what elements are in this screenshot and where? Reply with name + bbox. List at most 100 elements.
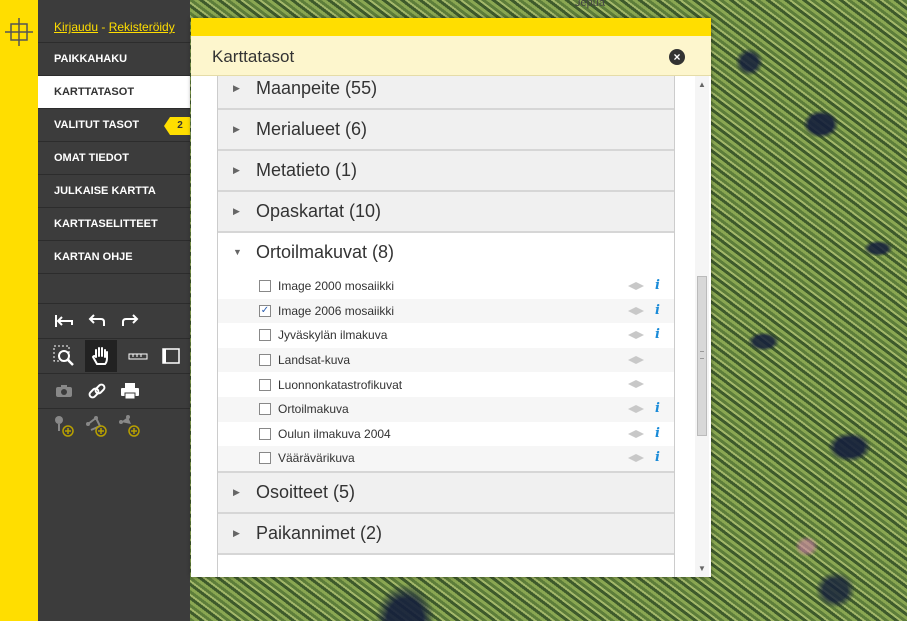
layer-info-icon[interactable]: i (655, 303, 660, 318)
add-line-icon[interactable] (85, 414, 109, 438)
nav-item-label: JULKAISE KARTTA (54, 185, 156, 197)
auth-separator: - (98, 20, 109, 34)
layer-name: Ortoilmakuva (278, 402, 349, 417)
layer-row: Jyväskylän ilmakuva i (218, 323, 674, 348)
reset-view-icon[interactable] (52, 309, 76, 333)
scroll-thumb[interactable] (697, 276, 707, 436)
layer-group-label: Paikannimet (2) (256, 522, 383, 543)
map-place-label: Jepua (575, 0, 605, 9)
login-link[interactable]: Kirjaudu (54, 20, 98, 34)
nav-item-label: VALITUT TASOT (54, 119, 140, 131)
opacity-scale-icon[interactable] (628, 306, 644, 315)
layer-group-header[interactable]: ▼ Ortoilmakuvat (8) (218, 233, 674, 274)
layer-row: Väärävärikuva i (218, 446, 674, 471)
chevron-right-icon: ▶ (233, 206, 240, 216)
opacity-scale-icon[interactable] (628, 429, 644, 438)
layer-info-icon[interactable]: i (655, 327, 660, 342)
layer-checkbox[interactable] (259, 280, 271, 293)
nav-item-label: KARTAN OHJE (54, 251, 133, 263)
layer-list-scrollbar[interactable]: ▲ ▼ (695, 76, 709, 577)
auth-links: Kirjaudu - Rekisteröidy (38, 0, 190, 42)
layer-row: ✓ Image 2006 mosaiikki i (218, 298, 674, 324)
layer-checkbox[interactable] (259, 378, 271, 391)
opacity-scale-icon[interactable] (628, 380, 644, 389)
nav-item-karttatasot[interactable]: KARTTATASOT (38, 75, 190, 108)
pan-hand-icon[interactable] (85, 340, 117, 372)
layer-info-icon[interactable]: i (655, 401, 660, 416)
print-icon[interactable] (118, 379, 142, 403)
layer-checkbox[interactable] (259, 354, 271, 367)
nav-item-valitut-tasot[interactable]: VALITUT TASOT 2 (38, 108, 190, 141)
nav-item-label: PAIKKAHAKU (54, 53, 128, 65)
opacity-scale-icon[interactable] (628, 282, 644, 290)
layer-group-label: Ortoilmakuvat (8) (256, 242, 395, 262)
layer-group-header[interactable]: ▶ Opaskartat (10) (218, 192, 674, 233)
layer-name: Landsat-kuva (278, 353, 351, 368)
nav-item-kartan-ohje[interactable]: KARTAN OHJE (38, 240, 190, 273)
layer-row: Ortoilmakuva i (218, 396, 674, 422)
chevron-right-icon: ▶ (233, 486, 240, 497)
close-button[interactable]: × (669, 49, 685, 65)
chevron-right-icon: ▶ (233, 124, 240, 134)
opacity-scale-icon[interactable] (628, 331, 644, 340)
flyout-title: Karttatasot (212, 47, 295, 66)
tool-row-history (38, 303, 190, 338)
layer-checkbox[interactable] (259, 403, 271, 416)
layer-name: Luonnonkatastrofikuvat (278, 377, 403, 392)
opacity-scale-icon[interactable] (628, 404, 644, 413)
layer-checkbox[interactable] (259, 329, 271, 342)
chevron-right-icon: ▶ (233, 527, 240, 538)
nav-item-omat-tiedot[interactable]: OMAT TIEDOT (38, 141, 190, 174)
layer-group-label: Osoitteet (5) (256, 481, 356, 502)
nav-item-label: OMAT TIEDOT (54, 152, 129, 164)
layer-info-icon[interactable]: i (655, 450, 660, 465)
chevron-down-icon: ▼ (233, 247, 242, 257)
main-nav: PAIKKAHAKU KARTTATASOT VALITUT TASOT 2 OMAT … (38, 42, 190, 273)
layer-checkbox[interactable]: ✓ (259, 304, 271, 317)
opacity-scale-icon[interactable] (628, 454, 644, 463)
layer-group-header[interactable]: ▶ Paikannimet (2) (218, 513, 674, 555)
scroll-up-icon[interactable]: ▲ (698, 80, 706, 89)
layer-group-header[interactable]: ▶ Maanpeite (55) (218, 76, 674, 110)
add-point-icon[interactable] (52, 414, 76, 438)
map-layers-flyout: Karttatasot × ▶ Maanpeite (55) ▶ Merialueet… (191, 18, 711, 577)
layer-group-header[interactable]: ▶ Osoitteet (5) (218, 472, 674, 514)
scroll-down-icon[interactable]: ▼ (698, 564, 706, 573)
link-icon[interactable] (85, 379, 109, 403)
tool-row-share (38, 373, 190, 408)
redo-icon[interactable] (118, 309, 142, 333)
layer-group-header[interactable]: ▶ Metatieto (1) (218, 151, 674, 192)
layer-checkbox[interactable] (259, 452, 271, 465)
selected-layers-count-badge: 2 (164, 117, 190, 135)
register-link[interactable]: Rekisteröidy (109, 20, 175, 34)
left-accent-strip (0, 0, 38, 621)
nav-item-karttaselitteet[interactable]: KARTTASELITTEET (38, 207, 190, 240)
chevron-right-icon: ▶ (233, 165, 240, 175)
measure-line-icon[interactable] (126, 344, 150, 368)
layer-name: Väärävärikuva (278, 451, 355, 466)
opacity-scale-icon[interactable] (628, 355, 644, 364)
zoom-box-icon[interactable] (52, 344, 76, 368)
add-area-icon[interactable] (118, 414, 142, 438)
layer-checkbox[interactable] (259, 427, 271, 440)
layer-group-header[interactable]: ▶ Merialueet (6) (218, 110, 674, 151)
layer-group-label: Maanpeite (55) (256, 78, 378, 98)
nav-item-paikkahaku[interactable]: PAIKKAHAKU (38, 42, 190, 75)
layer-row: Luonnonkatastrofikuvat (218, 372, 674, 397)
undo-icon[interactable] (85, 309, 109, 333)
nav-item-julkaise-kartta[interactable]: JULKAISE KARTTA (38, 174, 190, 207)
layer-info-icon[interactable]: i (655, 278, 660, 293)
layer-group-list: ▶ Maanpeite (55) ▶ Merialueet (6) ▶ Metatieto… (217, 76, 675, 577)
flyout-header: Karttatasot × (191, 36, 711, 76)
app-logo-icon (5, 18, 33, 46)
layer-group-label: Merialueet (6) (256, 119, 368, 139)
camera-icon[interactable] (52, 379, 76, 403)
layer-group-label: Metatieto (1) (256, 160, 358, 180)
measure-area-icon[interactable] (159, 344, 183, 368)
nav-divider (38, 273, 190, 303)
layer-info-icon[interactable]: i (655, 426, 660, 441)
layer-name: Image 2006 mosaiikki (278, 303, 395, 318)
layer-row: Oulun ilmakuva 2004 i (218, 422, 674, 447)
flyout-drag-bar[interactable] (191, 18, 711, 36)
layer-name: Oulun ilmakuva 2004 (278, 426, 391, 441)
